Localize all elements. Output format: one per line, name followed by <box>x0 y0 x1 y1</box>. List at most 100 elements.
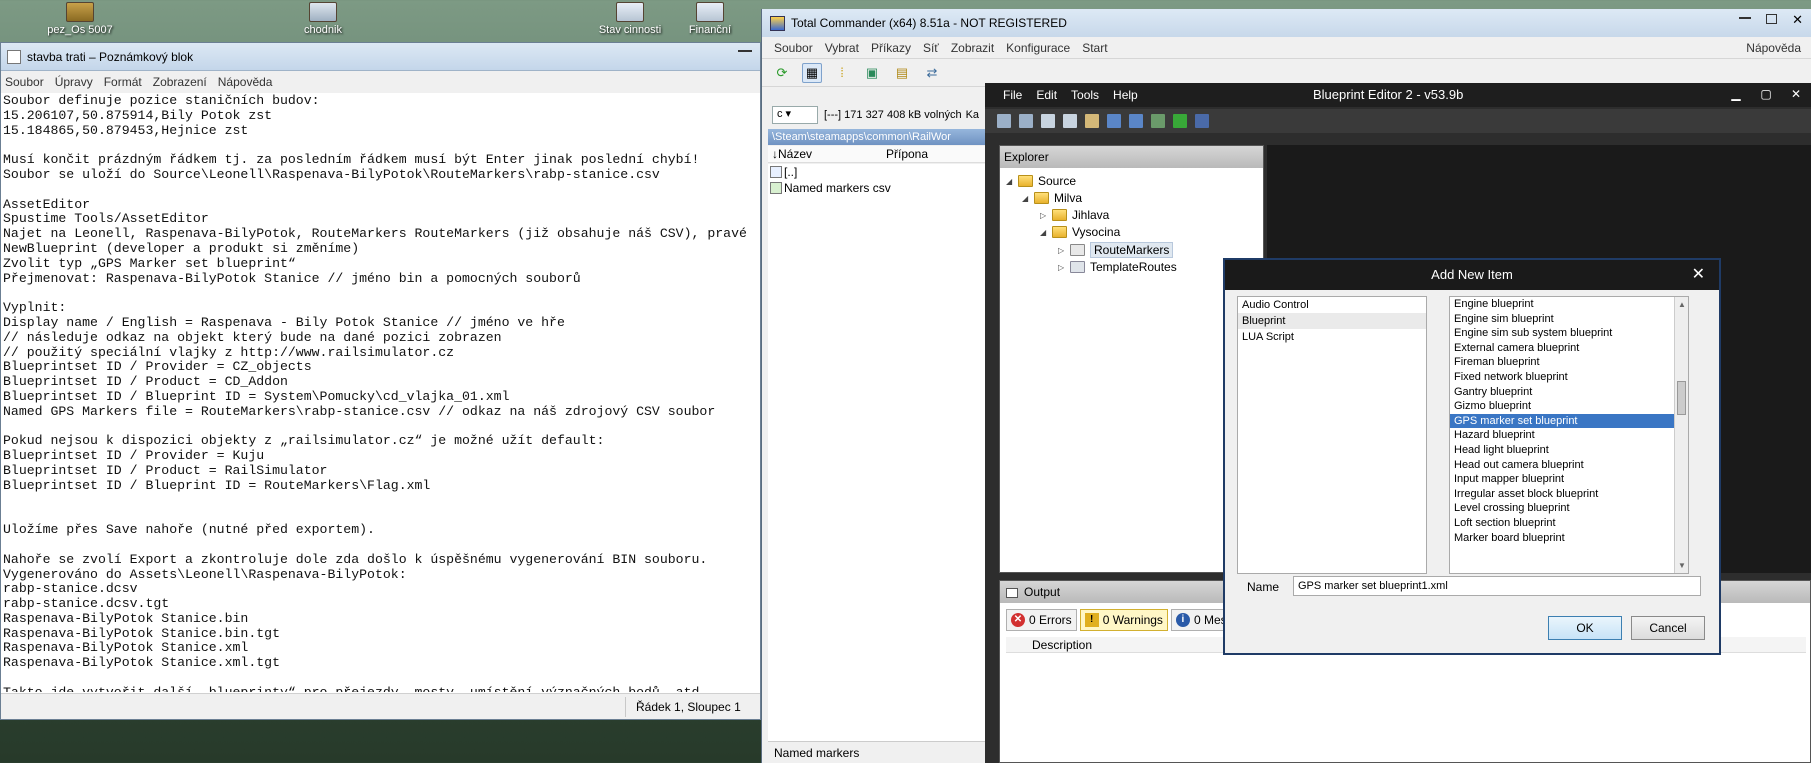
menu-upravy[interactable]: Úpravy <box>55 75 93 89</box>
invert-selection-icon[interactable]: ⇄ <box>922 63 942 83</box>
item-type-entry[interactable]: Head light blueprint <box>1450 443 1688 458</box>
cut-icon[interactable] <box>1041 114 1055 128</box>
be-titlebar[interactable]: File Edit Tools Help Blueprint Editor 2 … <box>985 83 1811 107</box>
desktop-icon-chodnik[interactable]: chodnik <box>283 0 363 44</box>
item-type-entry[interactable]: Gantry blueprint <box>1450 385 1688 400</box>
desktop-icon-stav[interactable]: Stav cinnosti <box>590 0 670 44</box>
notepad-text-area[interactable]: Soubor definuje pozice staničních budov:… <box>3 94 758 692</box>
tree-item-templateroutes[interactable]: ▷ TemplateRoutes <box>1058 260 1177 274</box>
minimize-icon[interactable] <box>1739 17 1751 19</box>
maximize-icon[interactable]: ▢ <box>1751 83 1781 105</box>
save-icon[interactable] <box>997 114 1011 128</box>
category-item[interactable]: Blueprint <box>1238 313 1426 329</box>
be-menu-file[interactable]: File <box>1003 88 1022 102</box>
name-input[interactable] <box>1293 576 1701 596</box>
close-icon[interactable]: ✕ <box>1792 12 1803 28</box>
column-extension[interactable]: Přípona <box>886 147 928 161</box>
desktop-icon-financni[interactable]: Finanční <box>670 0 750 44</box>
close-icon[interactable]: ✕ <box>1781 83 1811 105</box>
archive-icon <box>66 2 94 22</box>
ok-button[interactable]: OK <box>1548 616 1622 640</box>
minimize-icon[interactable] <box>738 49 752 52</box>
item-type-entry[interactable]: Head out camera blueprint <box>1450 458 1688 473</box>
item-type-entry[interactable]: Gizmo blueprint <box>1450 399 1688 414</box>
redo-icon[interactable] <box>1129 114 1143 128</box>
refresh-icon[interactable]: ⟳ <box>772 63 792 83</box>
paste-icon[interactable] <box>1085 114 1099 128</box>
export-icon[interactable] <box>1151 114 1165 128</box>
item-type-entry[interactable]: Hazard blueprint <box>1450 428 1688 443</box>
category-item[interactable]: LUA Script <box>1238 329 1426 345</box>
item-type-entry[interactable]: Engine sim sub system blueprint <box>1450 326 1688 341</box>
tc-menu-soubor[interactable]: Soubor <box>774 41 813 55</box>
notepad-titlebar[interactable]: stavba trati – Poznámkový blok <box>1 43 760 71</box>
copy-icon[interactable] <box>1063 114 1077 128</box>
menu-soubor[interactable]: Soubor <box>5 75 44 89</box>
run-icon[interactable] <box>1173 114 1187 128</box>
be-toolbar <box>985 109 1811 133</box>
item-type-entry[interactable]: Fixed network blueprint <box>1450 370 1688 385</box>
column-description[interactable]: Description <box>1032 638 1092 652</box>
tc-menu-start[interactable]: Start <box>1082 41 1107 55</box>
item-type-entry[interactable]: External camera blueprint <box>1450 341 1688 356</box>
tree-item-jihlava[interactable]: ▷ Jihlava <box>1040 208 1109 222</box>
undo-icon[interactable] <box>1107 114 1121 128</box>
be-menu-help[interactable]: Help <box>1113 88 1138 102</box>
file-list-header: ↓Název Přípona <box>768 146 988 163</box>
folder-icon <box>1052 226 1067 238</box>
item-type-entry[interactable]: Level crossing blueprint <box>1450 501 1688 516</box>
tree-item-vysocina[interactable]: ◢ Vysocina <box>1040 225 1120 239</box>
tc-menu-konfigurace[interactable]: Konfigurace <box>1006 41 1070 55</box>
tc-menu-napoveda[interactable]: Nápověda <box>1746 41 1801 55</box>
warning-icon: ! <box>1084 613 1099 627</box>
current-path[interactable]: \Steam\steamapps\common\RailWor <box>768 129 988 145</box>
minimize-icon[interactable]: ▁ <box>1721 83 1751 105</box>
tc-menu-zobrazit[interactable]: Zobrazit <box>951 41 994 55</box>
desktop-icon-pez[interactable]: pez_Os 5007 <box>40 0 120 44</box>
error-icon: ✕ <box>1011 613 1025 627</box>
tc-titlebar[interactable]: Total Commander (x64) 8.51a - NOT REGIST… <box>762 9 1811 37</box>
dialog-titlebar[interactable]: Add New Item ✕ <box>1225 260 1719 290</box>
tc-menu-sit[interactable]: Síť <box>923 41 939 55</box>
collapse-arrow-icon: ◢ <box>1006 176 1013 186</box>
item-type-entry[interactable]: Loft section blueprint <box>1450 516 1688 531</box>
tree-item-source[interactable]: ◢ Source <box>1006 174 1076 188</box>
menu-format[interactable]: Formát <box>104 75 142 89</box>
errors-filter-button[interactable]: ✕ 0 Errors <box>1006 609 1077 631</box>
save-all-icon[interactable] <box>1019 114 1033 128</box>
list-scrollbar[interactable]: ▲ ▼ <box>1674 297 1688 573</box>
item-type-entry[interactable]: Irregular asset block blueprint <box>1450 487 1688 502</box>
text-line: Blueprintset ID / Blueprint ID = RouteMa… <box>3 477 431 493</box>
item-type-entry[interactable]: Engine sim blueprint <box>1450 312 1688 327</box>
maximize-icon[interactable] <box>1766 14 1777 24</box>
tree-item-routemarkers[interactable]: ▷ RouteMarkers <box>1058 242 1174 258</box>
cancel-button[interactable]: Cancel <box>1631 616 1705 640</box>
collapse-icon[interactable] <box>1006 587 1018 598</box>
item-type-entry[interactable]: Fireman blueprint <box>1450 355 1688 370</box>
item-type-entry[interactable]: Marker board blueprint <box>1450 531 1688 546</box>
column-name[interactable]: ↓Název <box>772 147 812 161</box>
brief-view-icon[interactable]: ▦ <box>802 62 822 83</box>
file-row-parent[interactable]: [..] <box>768 164 988 180</box>
warnings-filter-button[interactable]: ! 0 Warnings <box>1079 609 1168 631</box>
category-item[interactable]: Audio Control <box>1238 297 1426 313</box>
thumbnail-icon[interactable]: ▣ <box>862 63 882 83</box>
be-menu-edit[interactable]: Edit <box>1036 88 1057 102</box>
detail-view-icon[interactable]: ⁞ <box>832 63 852 83</box>
be-menu-tools[interactable]: Tools <box>1071 88 1099 102</box>
menu-napoveda[interactable]: Nápověda <box>218 75 273 89</box>
drive-selector[interactable]: c ▾ <box>772 106 818 124</box>
close-icon[interactable]: ✕ <box>1692 260 1705 290</box>
file-row-named-markers[interactable]: Named markers csv <box>768 180 988 196</box>
tc-title: Total Commander (x64) 8.51a - NOT REGIST… <box>791 16 1067 30</box>
tree-item-milva[interactable]: ◢ Milva <box>1022 191 1082 205</box>
item-type-entry[interactable]: GPS marker set blueprint <box>1450 413 1688 429</box>
stop-icon[interactable] <box>1195 114 1209 128</box>
item-type-entry[interactable]: Engine blueprint <box>1450 297 1688 312</box>
item-type-entry[interactable]: Input mapper blueprint <box>1450 472 1688 487</box>
tc-menu-vybrat[interactable]: Vybrat <box>825 41 859 55</box>
collapse-arrow-icon: ◢ <box>1040 227 1047 237</box>
tree-icon[interactable]: ▤ <box>892 63 912 83</box>
menu-zobrazeni[interactable]: Zobrazení <box>153 75 207 89</box>
tc-menu-prikazy[interactable]: Příkazy <box>871 41 911 55</box>
